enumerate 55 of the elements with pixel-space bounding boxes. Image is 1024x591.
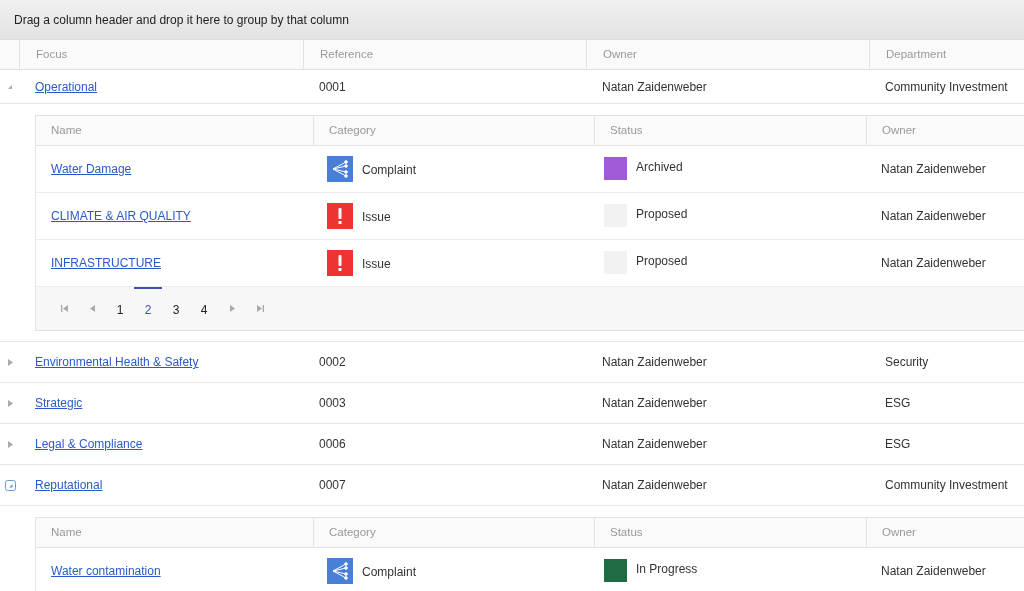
expand-arrow-icon[interactable]	[7, 440, 13, 448]
name-link[interactable]: CLIMATE & AIR QUALITY	[51, 207, 191, 225]
page-button[interactable]: 3	[162, 287, 190, 330]
name-link[interactable]: INFRASTRUCTURE	[51, 254, 161, 272]
focus-link[interactable]: Operational	[35, 77, 98, 96]
exclamation-icon	[327, 203, 353, 229]
expand-arrow-icon[interactable]	[7, 358, 13, 366]
page-button[interactable]: 4	[190, 287, 218, 330]
table-cell-text: Community Investment	[885, 78, 1008, 96]
name-link[interactable]: Water Damage	[51, 160, 132, 178]
table-cell-text: 0002	[319, 354, 346, 371]
focus-link[interactable]: Environmental Health & Safety	[35, 353, 199, 371]
name-link[interactable]: Water contamination	[51, 562, 161, 580]
table-cell-text: Natan Zaidenweber	[602, 78, 707, 96]
table-cell-text: 0003	[319, 395, 346, 412]
table-cell-text: Community Investment	[885, 477, 1008, 494]
table-cell-text: Complaint	[362, 563, 417, 581]
exclamation-icon	[327, 250, 353, 276]
group-panel[interactable]: Drag a column header and drop it here to group by that column	[0, 0, 1024, 40]
table-cell-text: Complaint	[362, 161, 417, 179]
table-cell-text: Natan Zaidenweber	[881, 208, 986, 225]
table-cell-text: Natan Zaidenweber	[602, 395, 707, 412]
table-cell-text: 0001	[319, 78, 346, 96]
table-cell-text: ESG	[885, 395, 911, 412]
table-cell-text: Issue	[362, 255, 391, 273]
table-cell-text: In Progress	[636, 561, 698, 578]
table-cell-text: Proposed	[636, 206, 688, 223]
first-page-icon	[60, 305, 68, 312]
next-page-icon	[229, 305, 235, 312]
table-cell-text: Natan Zaidenweber	[602, 477, 707, 494]
page-button[interactable]: 2	[134, 287, 162, 330]
table-cell-text: Natan Zaidenweber	[602, 436, 707, 453]
table-cell-text: ESG	[885, 436, 911, 453]
branch-icon	[327, 156, 353, 182]
table-cell-text: Security	[885, 354, 929, 371]
focus-link[interactable]: Reputational	[35, 476, 103, 494]
table-cell-text: Natan Zaidenweber	[602, 354, 707, 371]
table-cell-text: Natan Zaidenweber	[881, 563, 986, 580]
focus-link[interactable]: Strategic	[35, 394, 83, 412]
table-cell-text: Proposed	[636, 253, 688, 270]
table-cell-text: Natan Zaidenweber	[881, 255, 986, 272]
previous-page-icon	[89, 305, 95, 312]
branch-icon	[327, 558, 353, 584]
collapse-arrow-icon[interactable]	[7, 83, 13, 90]
expand-arrow-icon[interactable]	[7, 399, 13, 407]
page-button[interactable]: 1	[106, 287, 134, 330]
table-cell-text: 0006	[319, 436, 346, 453]
table-cell-text: Issue	[362, 208, 391, 226]
focus-link[interactable]: Legal & Compliance	[35, 435, 143, 453]
table-cell-text: 0007	[319, 477, 346, 494]
expand-toggle-icon[interactable]	[4, 479, 16, 491]
group-panel-hint: Drag a column header and drop it here to group by that column	[14, 11, 349, 29]
last-page-icon	[256, 305, 264, 312]
table-cell-text: Archived	[636, 159, 683, 176]
table-cell-text: Natan Zaidenweber	[881, 161, 986, 178]
